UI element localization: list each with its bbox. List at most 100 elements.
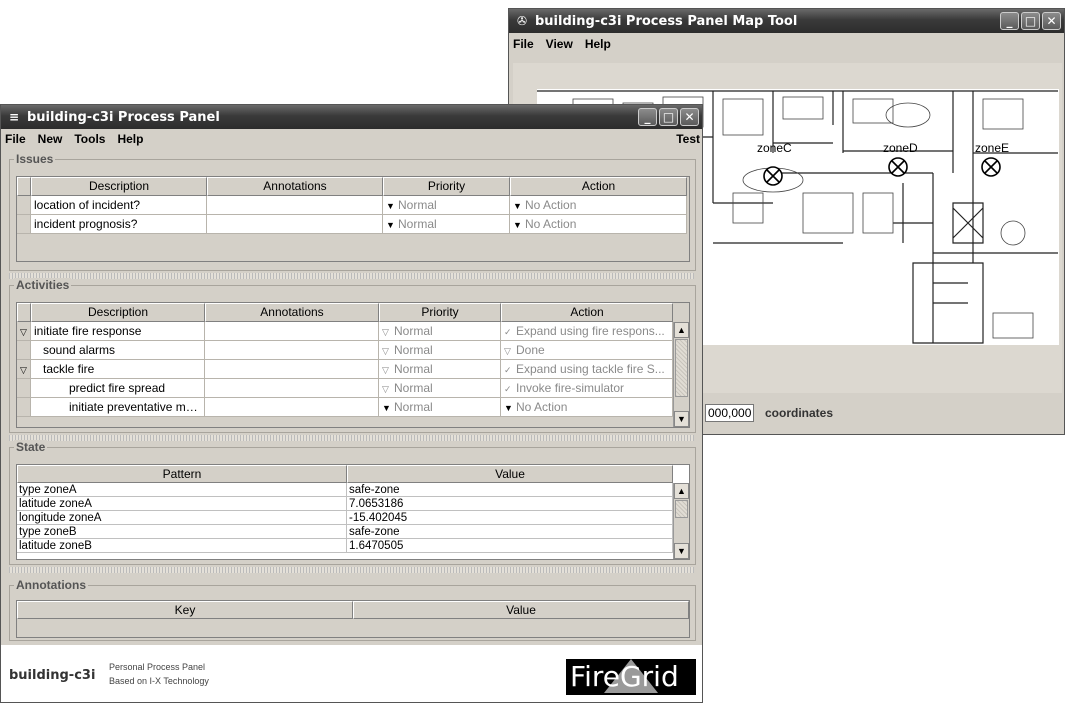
splitter[interactable] <box>9 435 694 441</box>
activity-description[interactable]: initiate fire response <box>31 322 205 341</box>
issue-action-dropdown[interactable]: ▼ No Action <box>510 196 687 215</box>
menu-view[interactable]: View <box>546 37 573 51</box>
state-pattern[interactable]: longitude zoneA <box>17 511 347 525</box>
menu-help[interactable]: Help <box>117 132 143 146</box>
col-pattern[interactable]: Pattern <box>17 465 347 483</box>
maximize-button[interactable]: □ <box>1021 12 1040 30</box>
close-button[interactable]: ✕ <box>680 108 699 126</box>
state-value[interactable]: 1.6470505 <box>347 539 673 553</box>
splitter[interactable] <box>9 567 694 573</box>
state-value[interactable]: safe-zone <box>347 483 673 497</box>
issue-annotations[interactable] <box>207 215 383 234</box>
activity-action-dropdown[interactable]: ✓ Invoke fire-simulator <box>501 379 673 398</box>
activity-annotations[interactable] <box>205 322 379 341</box>
state-pattern[interactable]: latitude zoneB <box>17 539 347 553</box>
menu-file[interactable]: File <box>513 37 534 51</box>
map-window-title: building-c3i Process Panel Map Tool <box>535 13 798 29</box>
splitter[interactable] <box>9 273 694 279</box>
coordinates-field[interactable]: 000,000 <box>705 404 755 422</box>
activity-priority-dropdown[interactable]: ▼ Normal <box>379 398 501 417</box>
menu-help[interactable]: Help <box>585 37 611 51</box>
state-value[interactable]: -15.402045 <box>347 511 673 525</box>
table-row[interactable]: latitude zoneB 1.6470505 <box>17 539 689 553</box>
minimize-button[interactable]: _ <box>1000 12 1019 30</box>
activity-priority-dropdown[interactable]: ▽ Normal <box>379 360 501 379</box>
scroll-thumb[interactable] <box>675 339 688 397</box>
activities-scrollbar[interactable]: ▲ ▼ <box>673 322 689 427</box>
activity-description[interactable]: tackle fire <box>31 360 205 379</box>
maximize-button[interactable]: □ <box>659 108 678 126</box>
col-priority[interactable]: Priority <box>379 303 501 322</box>
table-row[interactable]: latitude zoneA 7.0653186 <box>17 497 689 511</box>
col-description[interactable]: Description <box>31 177 207 196</box>
activity-description[interactable]: initiate preventative mea... <box>31 398 205 417</box>
map-title-bar[interactable]: ✇ building-c3i Process Panel Map Tool _ … <box>509 9 1064 33</box>
table-row[interactable]: ▽ initiate fire response ▽ Normal ✓ Expand… <box>17 322 689 341</box>
table-row[interactable]: initiate preventative mea... ▼ Normal ▼ No… <box>17 398 689 417</box>
scroll-up-arrow-icon[interactable]: ▲ <box>674 483 689 499</box>
activity-priority-dropdown[interactable]: ▽ Normal <box>379 322 501 341</box>
col-action[interactable]: Action <box>510 177 687 196</box>
zone-e-label: zoneE <box>975 141 1010 155</box>
close-button[interactable]: ✕ <box>1042 12 1061 30</box>
col-action[interactable]: Action <box>501 303 673 322</box>
issue-priority-dropdown[interactable]: ▼ Normal <box>383 215 510 234</box>
menu-new[interactable]: New <box>38 132 63 146</box>
activity-priority-dropdown[interactable]: ▽ Normal <box>379 379 501 398</box>
dropdown-arrow-icon: ▽ <box>504 346 511 356</box>
issue-description[interactable]: incident prognosis? <box>31 215 207 234</box>
state-pattern[interactable]: type zoneB <box>17 525 347 539</box>
collapse-icon[interactable]: ▽ <box>17 360 31 379</box>
col-value[interactable]: Value <box>347 465 673 483</box>
table-row[interactable]: sound alarms ▽ Normal ▽ Done <box>17 341 689 360</box>
menu-file[interactable]: File <box>5 132 26 146</box>
table-row[interactable]: predict fire spread ▽ Normal ✓ Invoke fire… <box>17 379 689 398</box>
activity-action-dropdown[interactable]: ✓ Expand using tackle fire S... <box>501 360 673 379</box>
col-priority[interactable]: Priority <box>383 177 510 196</box>
collapse-icon[interactable]: ▽ <box>17 322 31 341</box>
activity-annotations[interactable] <box>205 341 379 360</box>
app-icon: ✇ <box>516 14 528 28</box>
state-value[interactable]: safe-zone <box>347 525 673 539</box>
activity-description[interactable]: predict fire spread <box>31 379 205 398</box>
table-row[interactable]: type zoneA safe-zone <box>17 483 689 497</box>
scroll-up-arrow-icon[interactable]: ▲ <box>674 322 689 338</box>
activity-action-dropdown[interactable]: ✓ Expand using fire respons... <box>501 322 673 341</box>
activity-description[interactable]: sound alarms <box>31 341 205 360</box>
table-row[interactable]: incident prognosis? ▼ Normal ▼ No Action <box>17 215 689 234</box>
issue-annotations[interactable] <box>207 196 383 215</box>
activity-annotations[interactable] <box>205 360 379 379</box>
state-pattern[interactable]: latitude zoneA <box>17 497 347 511</box>
issue-priority-dropdown[interactable]: ▼ Normal <box>383 196 510 215</box>
issue-description[interactable]: location of incident? <box>31 196 207 215</box>
dropdown-arrow-icon: ▼ <box>513 201 522 211</box>
process-panel-window: ≡ building-c3i Process Panel _ □ ✕ File … <box>0 104 703 703</box>
panel-window-title: building-c3i Process Panel <box>27 109 220 125</box>
table-row[interactable]: ▽ tackle fire ▽ Normal ✓ Expand using tack… <box>17 360 689 379</box>
table-row[interactable]: type zoneB safe-zone <box>17 525 689 539</box>
minimize-button[interactable]: _ <box>638 108 657 126</box>
activity-action-dropdown[interactable]: ▼ No Action <box>501 398 673 417</box>
table-row[interactable]: longitude zoneA -15.402045 <box>17 511 689 525</box>
scroll-down-arrow-icon[interactable]: ▼ <box>674 411 689 427</box>
activity-action-dropdown[interactable]: ▽ Done <box>501 341 673 360</box>
firegrid-logo: FireGrid <box>566 659 696 695</box>
panel-title-bar[interactable]: ≡ building-c3i Process Panel _ □ ✕ <box>1 105 702 129</box>
menu-tools[interactable]: Tools <box>74 132 105 146</box>
col-description[interactable]: Description <box>31 303 205 322</box>
state-value[interactable]: 7.0653186 <box>347 497 673 511</box>
activity-priority-dropdown[interactable]: ▽ Normal <box>379 341 501 360</box>
menu-test[interactable]: Test <box>676 132 700 146</box>
col-annotations[interactable]: Annotations <box>207 177 383 196</box>
activity-annotations[interactable] <box>205 398 379 417</box>
state-scrollbar[interactable]: ▲ ▼ <box>673 483 689 559</box>
table-row[interactable]: location of incident? ▼ Normal ▼ No Action <box>17 196 689 215</box>
col-key[interactable]: Key <box>17 601 353 619</box>
state-pattern[interactable]: type zoneA <box>17 483 347 497</box>
activity-annotations[interactable] <box>205 379 379 398</box>
issue-action-dropdown[interactable]: ▼ No Action <box>510 215 687 234</box>
scroll-down-arrow-icon[interactable]: ▼ <box>674 543 689 559</box>
col-annotations[interactable]: Annotations <box>205 303 379 322</box>
col-value[interactable]: Value <box>353 601 689 619</box>
scroll-thumb[interactable] <box>675 500 688 518</box>
